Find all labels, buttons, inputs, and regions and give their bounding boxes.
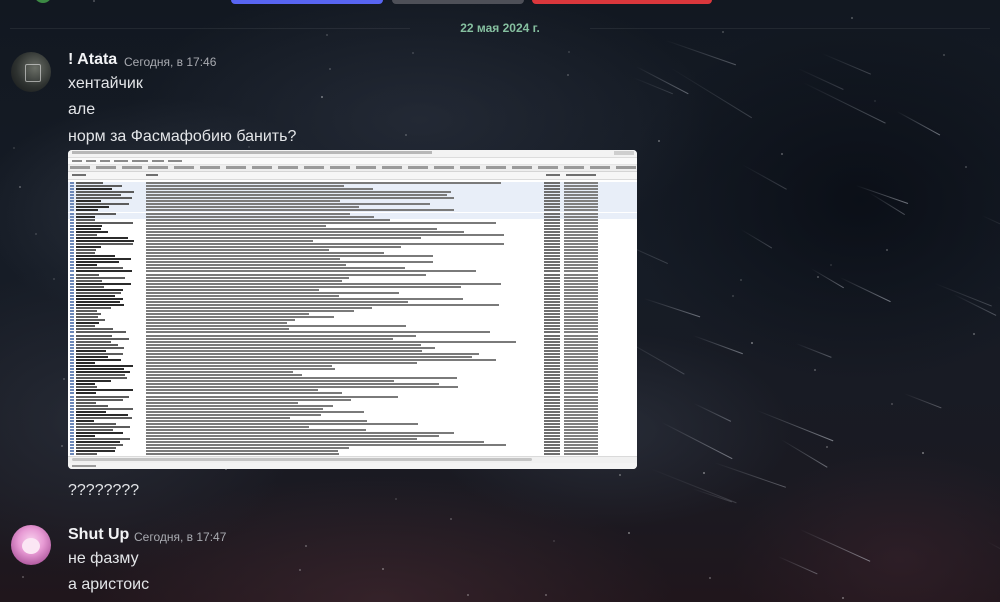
star-dot <box>874 100 877 103</box>
meteor-streak <box>632 76 674 95</box>
star-dot <box>247 146 250 149</box>
star-dot <box>382 567 385 570</box>
meteor-streak <box>797 68 843 90</box>
star-dot <box>972 332 975 335</box>
attachment-column-header <box>68 172 637 180</box>
meteor-streak <box>903 392 941 408</box>
message-text: ???????? <box>68 482 140 499</box>
star-dot <box>404 133 407 136</box>
attachment-window-titlebar <box>68 150 637 158</box>
star-dot <box>751 342 754 345</box>
meteor-streak <box>987 540 1000 585</box>
meteor-streak <box>665 40 736 66</box>
secondary-button-partial[interactable] <box>392 0 524 4</box>
attachment-menubar <box>68 158 637 165</box>
meteor-streak <box>780 439 827 468</box>
message-text: не фазму <box>68 550 139 567</box>
star-dot <box>568 51 571 54</box>
meteor-streak <box>757 410 834 442</box>
star-dot <box>627 532 630 535</box>
meteor-streak <box>935 283 992 307</box>
meteor-streak <box>802 82 885 124</box>
username-shut-up[interactable]: Shut Up <box>68 526 129 544</box>
meteor-streak <box>661 421 733 459</box>
avatar-shut-up[interactable] <box>11 525 51 565</box>
star-dot <box>829 264 832 267</box>
meteor-streak <box>740 229 772 249</box>
star-dot <box>35 233 38 236</box>
star-dot <box>619 474 622 477</box>
danger-button-partial[interactable] <box>532 0 712 4</box>
star-dot <box>964 165 967 168</box>
star-dot <box>412 51 415 54</box>
date-divider-text: 22 мая 2024 г. <box>460 21 540 35</box>
meteor-streak <box>693 402 732 422</box>
star-dot <box>52 277 55 280</box>
meteor-streak <box>691 488 732 503</box>
star-dot <box>21 575 24 578</box>
star-dot <box>545 593 548 596</box>
star-dot <box>93 0 96 3</box>
star-dot <box>466 594 469 597</box>
meteor-streak <box>799 529 871 563</box>
message-timestamp: Сегодня, в 17:46 <box>124 55 217 69</box>
star-dot <box>395 498 398 501</box>
star-dot <box>657 139 660 142</box>
star-dot <box>841 596 844 599</box>
star-dot <box>13 147 16 150</box>
avatar-atata[interactable] <box>11 52 51 92</box>
message-text: хентайчик <box>68 75 143 92</box>
attachment-scrollbar <box>68 456 637 463</box>
star-dot <box>708 576 711 579</box>
meteor-streak <box>995 286 1000 328</box>
username-atata[interactable]: ! Atata <box>68 51 117 69</box>
star-dot <box>890 403 893 406</box>
star-dot <box>732 295 735 298</box>
star-dot <box>885 249 888 252</box>
star-dot <box>816 276 819 279</box>
attachment-file-list <box>68 180 637 460</box>
meteor-streak <box>795 342 832 358</box>
meteor-streak <box>896 111 941 136</box>
star-dot <box>320 95 323 98</box>
star-dot <box>19 185 22 188</box>
meteor-streak <box>742 164 787 190</box>
meteor-streak <box>821 53 871 75</box>
meteor-streak <box>713 461 786 488</box>
star-dot <box>814 368 817 371</box>
image-attachment[interactable] <box>68 150 637 469</box>
meteor-streak <box>839 277 892 303</box>
meteor-streak <box>981 215 1000 242</box>
star-dot <box>702 472 705 475</box>
star-dot <box>62 378 65 381</box>
star-dot <box>943 53 946 56</box>
star-dot <box>922 452 925 455</box>
meteor-streak <box>777 556 818 575</box>
star-dot <box>553 540 556 543</box>
primary-button-partial[interactable] <box>231 0 383 4</box>
meteor-streak <box>692 335 744 355</box>
star-dot <box>567 74 570 77</box>
star-dot <box>305 544 308 547</box>
star-dot <box>449 518 452 521</box>
message-text: а аристоис <box>68 576 150 593</box>
star-dot <box>60 444 63 447</box>
message-timestamp: Сегодня, в 17:47 <box>134 530 227 544</box>
message-text: норм за Фасмафобию банить? <box>68 128 297 145</box>
meteor-streak <box>670 67 753 119</box>
star-dot <box>781 153 784 156</box>
star-dot <box>739 278 742 281</box>
star-dot <box>298 569 301 572</box>
date-divider: 22 мая 2024 г. <box>0 20 1000 36</box>
attachment-tabs <box>68 165 637 172</box>
meteor-streak <box>643 298 700 318</box>
star-dot <box>329 67 332 70</box>
message-text: але <box>68 101 96 118</box>
attachment-statusbar <box>68 463 637 469</box>
star-dot <box>826 445 829 448</box>
